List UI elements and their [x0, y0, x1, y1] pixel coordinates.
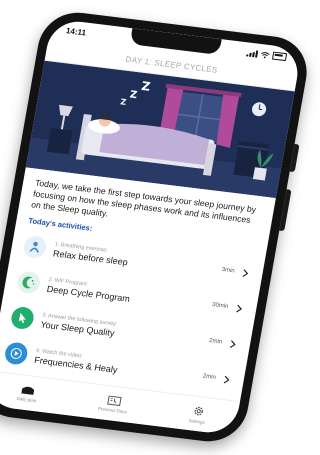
tab-label: Previous Days [97, 405, 128, 414]
play-icon [3, 341, 30, 366]
phone-screen: 14:11 DAY 1: SLEEP CYCLES Z Z Z Today, w… [0, 18, 303, 436]
tab-daily-plan[interactable]: Daily plan [16, 384, 39, 403]
gear-icon [194, 406, 203, 415]
tab-label: Daily plan [16, 395, 37, 403]
moon-program-icon [15, 270, 42, 295]
breathing-icon [22, 234, 48, 260]
previous-days-icon [106, 395, 122, 406]
phone-mockup: 14:11 DAY 1: SLEEP CYCLES Z Z Z Today, w… [0, 8, 313, 446]
battery-icon [271, 51, 288, 62]
daily-plan-icon [21, 386, 35, 395]
side-button [289, 143, 300, 173]
activity-duration: 2min [208, 337, 223, 346]
page-title: DAY 1: SLEEP CYCLES [125, 54, 219, 75]
signal-icon [246, 49, 259, 58]
chevron-right-icon[interactable] [233, 302, 245, 315]
wifi-icon [261, 51, 270, 58]
status-icons [246, 48, 288, 62]
chevron-right-icon[interactable] [239, 266, 251, 279]
pointer-icon [9, 305, 36, 331]
tab-settings[interactable]: Settings [188, 404, 207, 425]
tab-label: Settings [188, 417, 206, 425]
chevron-right-icon[interactable] [227, 337, 239, 350]
activity-duration: 30min [211, 302, 229, 310]
marketing-stage: 14:11 DAY 1: SLEEP CYCLES Z Z Z Today, w… [0, 0, 313, 455]
tab-previous-days[interactable]: Previous Days [98, 394, 130, 414]
activity-duration: 3min [221, 266, 236, 275]
side-button [279, 189, 292, 232]
activity-duration: 2min [202, 373, 217, 381]
chevron-right-icon[interactable] [221, 373, 233, 386]
status-time: 14:11 [65, 25, 87, 38]
day-content: Today, we take the first step towards yo… [0, 167, 276, 396]
